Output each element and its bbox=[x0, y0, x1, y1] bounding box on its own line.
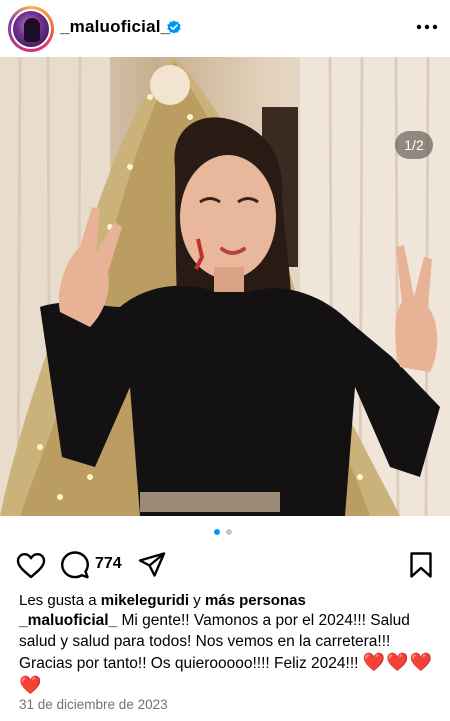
carousel-dot bbox=[226, 529, 232, 535]
post-caption: _maluoficial_ Mi gente!! Vamonos a por e… bbox=[19, 611, 439, 697]
comment-count[interactable]: 774 bbox=[95, 555, 122, 573]
avatar[interactable] bbox=[11, 9, 51, 49]
verified-badge-icon bbox=[167, 20, 181, 34]
action-bar bbox=[0, 548, 450, 582]
send-icon[interactable] bbox=[138, 551, 166, 579]
more-options-icon[interactable] bbox=[414, 14, 440, 40]
caption-username[interactable]: _maluoficial_ bbox=[19, 612, 117, 629]
post-date: 31 de diciembre de 2023 bbox=[19, 697, 168, 712]
bookmark-icon[interactable] bbox=[409, 551, 433, 579]
photo-illustration bbox=[0, 57, 450, 516]
heart-icon[interactable] bbox=[16, 552, 46, 580]
username[interactable]: _maluoficial_ bbox=[60, 17, 170, 37]
carousel-dot-active bbox=[214, 529, 220, 535]
likes-middle: y bbox=[189, 592, 205, 609]
post-photo[interactable]: 1/2 bbox=[0, 57, 450, 516]
likes-prefix: Les gusta a bbox=[19, 592, 101, 609]
likes-summary[interactable]: Les gusta a mikeleguridi y más personas bbox=[19, 592, 306, 609]
carousel-counter: 1/2 bbox=[395, 131, 433, 159]
post-header: _maluoficial_ bbox=[0, 0, 450, 56]
comment-bubble-icon[interactable] bbox=[60, 550, 90, 580]
likes-user[interactable]: mikeleguridi bbox=[101, 592, 189, 609]
likes-others[interactable]: más personas bbox=[205, 592, 306, 609]
